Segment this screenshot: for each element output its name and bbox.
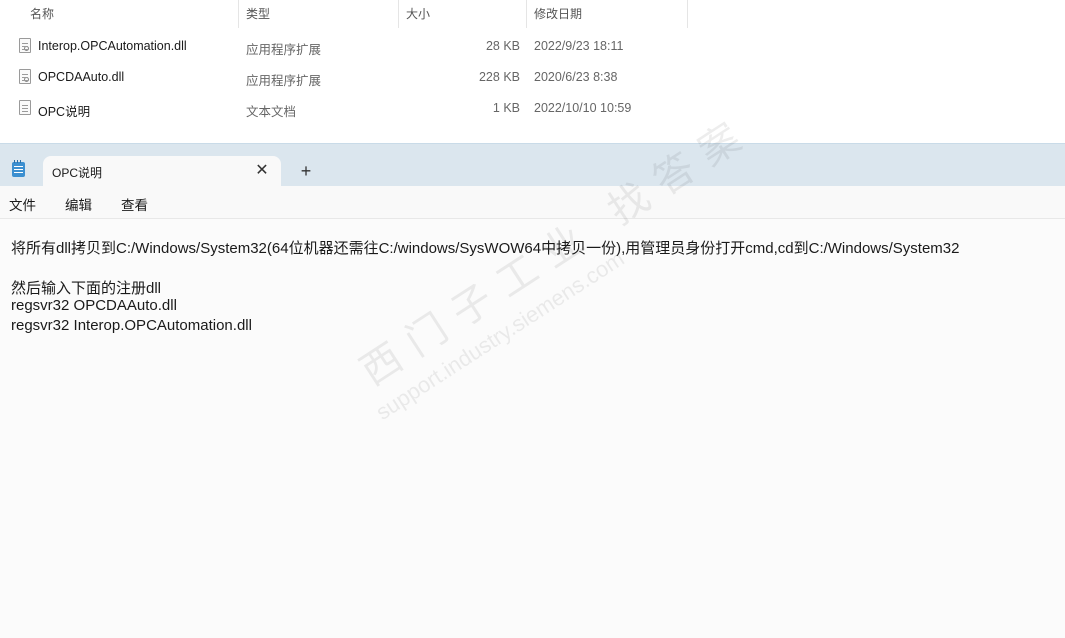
file-size: 1 KB [492, 101, 520, 115]
file-type: 应用程序扩展 [246, 74, 322, 88]
editor-line: regsvr32 Interop.OPCAutomation.dll [11, 317, 252, 334]
column-header-size[interactable]: 大小 [400, 0, 526, 28]
editor-line: 然后输入下面的注册dll [11, 280, 162, 297]
file-row[interactable]: Interop.OPCAutomation.dll 应用程序扩展 28 KB 2… [14, 31, 674, 62]
column-divider[interactable] [398, 0, 399, 28]
file-size: 28 KB [485, 39, 520, 53]
file-date: 2022/10/10 10:59 [534, 101, 632, 115]
notepad-window: OPC说明 ✕ + 文件 编辑 查看 将所有dll拷贝到C:/Windows/S… [0, 143, 1065, 638]
tab-title: OPC说明 [52, 166, 103, 180]
close-tab-icon[interactable]: ✕ [251, 160, 273, 182]
tab-opc-readme[interactable]: OPC说明 ✕ [43, 156, 281, 186]
column-divider[interactable] [526, 0, 527, 28]
text-editor-area[interactable]: 将所有dll拷贝到C:/Windows/System32(64位机器还需往C:/… [0, 219, 1065, 638]
file-row[interactable]: OPC说明 文本文档 1 KB 2022/10/10 10:59 [14, 93, 674, 124]
dll-file-icon [19, 38, 31, 53]
menu-edit[interactable]: 编辑 [65, 194, 92, 214]
file-row[interactable]: OPCDAAuto.dll 应用程序扩展 228 KB 2020/6/23 8:… [14, 62, 674, 93]
notepad-app-icon [12, 160, 25, 177]
text-file-icon [19, 100, 31, 115]
file-type: 应用程序扩展 [246, 43, 322, 57]
column-header-type[interactable]: 类型 [240, 0, 398, 28]
menu-view[interactable]: 查看 [121, 194, 148, 214]
file-name: OPC说明 [38, 105, 91, 119]
dll-file-icon [19, 69, 31, 84]
title-bar[interactable]: OPC说明 ✕ + [0, 144, 1065, 186]
editor-line: 将所有dll拷贝到C:/Windows/System32(64位机器还需往C:/… [11, 240, 960, 257]
file-explorer-list: ⌃ 名称 类型 大小 修改日期 Interop.OPCAutomation.dl… [0, 0, 1065, 143]
column-header-row: ⌃ 名称 类型 大小 修改日期 [0, 0, 690, 28]
column-header-name[interactable]: 名称 [24, 0, 238, 28]
file-name: OPCDAAuto.dll [38, 70, 125, 84]
column-divider[interactable] [238, 0, 239, 28]
file-type: 文本文档 [246, 105, 297, 119]
column-header-date[interactable]: 修改日期 [528, 0, 686, 28]
menu-bar: 文件 编辑 查看 [0, 186, 1065, 219]
menu-file[interactable]: 文件 [9, 194, 36, 214]
column-divider[interactable] [687, 0, 688, 28]
editor-line: regsvr32 OPCDAAuto.dll [11, 297, 177, 314]
file-name: Interop.OPCAutomation.dll [38, 39, 187, 53]
new-tab-icon[interactable]: + [295, 160, 317, 182]
file-size: 228 KB [478, 70, 520, 84]
file-date: 2022/9/23 18:11 [534, 39, 624, 53]
file-date: 2020/6/23 8:38 [534, 70, 618, 84]
